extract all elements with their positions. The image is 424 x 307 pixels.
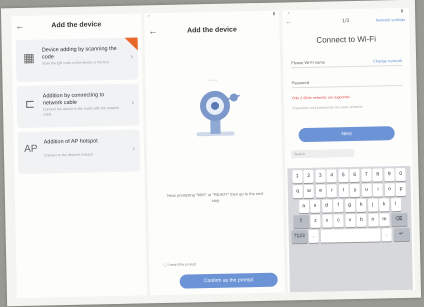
key-k6[interactable]: u — [361, 183, 372, 197]
key-k1[interactable]: , — [308, 229, 319, 243]
key-k5[interactable]: b — [356, 213, 367, 227]
option-description: Connect to the device's hotspot — [43, 152, 93, 158]
key-k5[interactable]: y — [349, 183, 361, 198]
key-k0[interactable]: ?123 — [291, 230, 308, 244]
key-k1[interactable]: w — [303, 184, 315, 199]
key-k6[interactable]: j — [367, 198, 378, 212]
photo-paper: ← Add the device ▦ Device adding by scan… — [0, 0, 422, 307]
key-k8[interactable]: ⌫ — [390, 212, 408, 227]
ssid-label: Please Wi-Fi name — [291, 59, 325, 66]
chevron-right-icon: › — [131, 99, 135, 107]
wifi-connect-screen: • ▮ ← 1/3 Network settings Connect to Wi-… — [282, 7, 415, 293]
confirm-button[interactable]: Confirm as the prompt — [179, 272, 278, 289]
key-k0[interactable]: ⇧ — [292, 214, 310, 229]
option-title: Addition by connecting to network cable — [42, 92, 105, 107]
key-space[interactable] — [320, 228, 381, 243]
password-field[interactable]: Password — [291, 77, 403, 89]
prompt-checkbox[interactable]: ▢ I heard the prompt — [163, 262, 196, 267]
back-button[interactable]: ← — [15, 21, 24, 31]
key-k7[interactable]: i — [372, 183, 384, 197]
key-k9[interactable]: 0 — [395, 167, 406, 182]
page-title: Add the device — [186, 26, 237, 35]
key-k4[interactable]: v — [344, 214, 356, 228]
key-k7[interactable]: k — [378, 198, 390, 212]
ap-hotspot-option[interactable]: AP Addition of AP hotspot Connect to the… — [17, 129, 141, 175]
key-k1[interactable]: s — [310, 199, 321, 213]
ssid-field[interactable]: Please Wi-Fi name Change network — [291, 57, 403, 69]
key-k0[interactable]: q — [292, 185, 303, 199]
key-k2[interactable]: 3 — [315, 169, 326, 183]
key-k3[interactable]: r — [326, 184, 338, 198]
key-k5[interactable]: h — [355, 198, 367, 212]
key-k2[interactable]: x — [321, 214, 333, 228]
key-k3[interactable]: f — [332, 199, 344, 213]
option-title: Addition of AP hotspot — [43, 138, 98, 146]
option-description: Scan the QR code on the device or the bo… — [42, 60, 110, 66]
key-k3[interactable]: 4 — [326, 169, 337, 183]
key-k4[interactable]: 5 — [338, 169, 349, 183]
key-k2[interactable]: e — [315, 184, 326, 198]
key-k5[interactable]: 6 — [349, 168, 360, 183]
chevron-right-icon: › — [130, 53, 134, 61]
key-k4[interactable]: t — [338, 184, 349, 198]
key-k7[interactable]: m — [379, 213, 390, 227]
page-title: Connect to Wi-Fi — [316, 34, 377, 45]
warning-hint: Only 2.4GHz networks are supported — [291, 95, 350, 101]
next-button[interactable]: Next — [298, 126, 395, 143]
key-k2[interactable]: d — [321, 199, 332, 213]
qr-code-icon: ▦ — [23, 50, 35, 65]
key-k4[interactable]: g — [344, 199, 355, 213]
key-k3[interactable]: . — [381, 228, 392, 242]
add-device-screen: ← Add the device ▦ Device adding by scan… — [11, 13, 147, 299]
key-k4[interactable]: ↵ — [393, 227, 410, 242]
checkbox-label: I heard the prompt — [167, 262, 197, 267]
option-description: Connect the device to the router with th… — [43, 105, 120, 117]
key-k8[interactable]: o — [384, 183, 395, 197]
scan-code-option[interactable]: ▦ Device adding by scanning the code Sca… — [15, 37, 139, 83]
checkbox-icon[interactable]: ▢ — [163, 263, 166, 267]
network-settings-link[interactable]: Network settings — [376, 17, 406, 23]
instruction-text: Hear prompting "WiFi" or "READY" then go… — [167, 190, 264, 203]
ap-hotspot-icon: AP — [24, 143, 38, 155]
camera-setup-screen: • ▮ ← Add the device • • • Hear prompting… — [144, 10, 285, 296]
network-cable-icon: ⊏ — [24, 96, 36, 111]
corner-badge — [124, 37, 138, 51]
key-k6[interactable]: n — [367, 213, 379, 227]
key-k1[interactable]: z — [310, 214, 321, 228]
page-title: Add the device — [51, 20, 102, 29]
password-label: Password — [291, 79, 310, 86]
network-cable-option[interactable]: ⊏ Addition by connecting to network cabl… — [16, 83, 140, 129]
password-hint: Characters and passwords are case sensit… — [292, 104, 363, 111]
key-k0[interactable]: 1 — [292, 170, 303, 184]
key-k7[interactable]: 8 — [372, 168, 383, 182]
key-k9[interactable]: p — [395, 182, 407, 197]
key-k6[interactable]: 7 — [361, 168, 372, 182]
key-k8[interactable]: 9 — [384, 168, 395, 182]
header: ← Add the device — [144, 19, 279, 42]
key-k3[interactable]: c — [333, 214, 344, 228]
chevron-right-icon: › — [132, 145, 135, 153]
header: ← Add the device — [11, 13, 141, 36]
camera-illustration — [196, 90, 241, 137]
key-k8[interactable]: l — [390, 198, 401, 212]
keyboard: 1234567890 qwertyuiop asdfghjkl ⇧ z x c v b n m… — [287, 165, 413, 293]
header: ← 1/3 Network settings — [282, 16, 409, 29]
option-title: Device adding by scanning the code — [41, 45, 117, 61]
search-input[interactable]: Search — [290, 149, 355, 159]
key-k0[interactable]: a — [298, 199, 309, 214]
key-k1[interactable]: 2 — [303, 169, 314, 184]
change-network-link[interactable]: Change network — [373, 58, 402, 64]
